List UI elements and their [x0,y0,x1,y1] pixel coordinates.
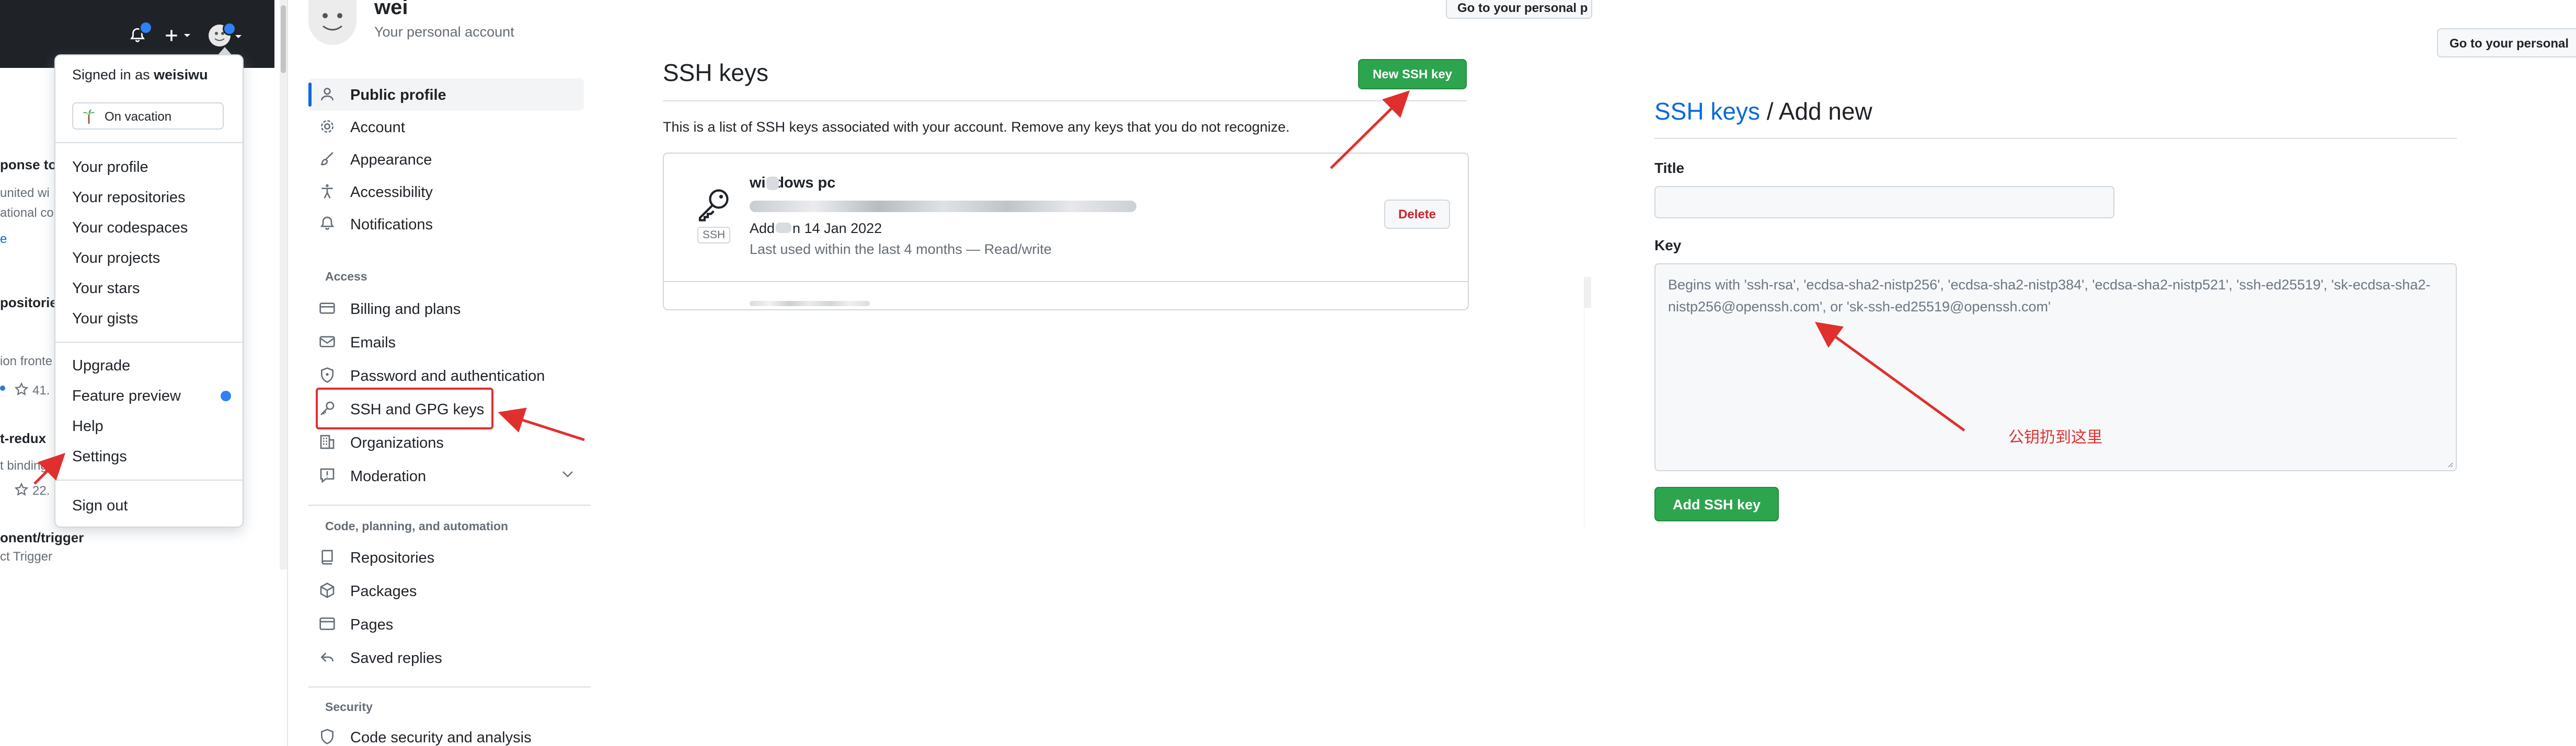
annotation-arrows [33,90,1965,485]
arrow-to-key-textarea [1814,322,1965,432]
arrow-to-ssh-gpg-keys [498,407,585,441]
arrow-to-settings [33,452,66,485]
arrow-to-new-ssh-key [1330,90,1410,169]
